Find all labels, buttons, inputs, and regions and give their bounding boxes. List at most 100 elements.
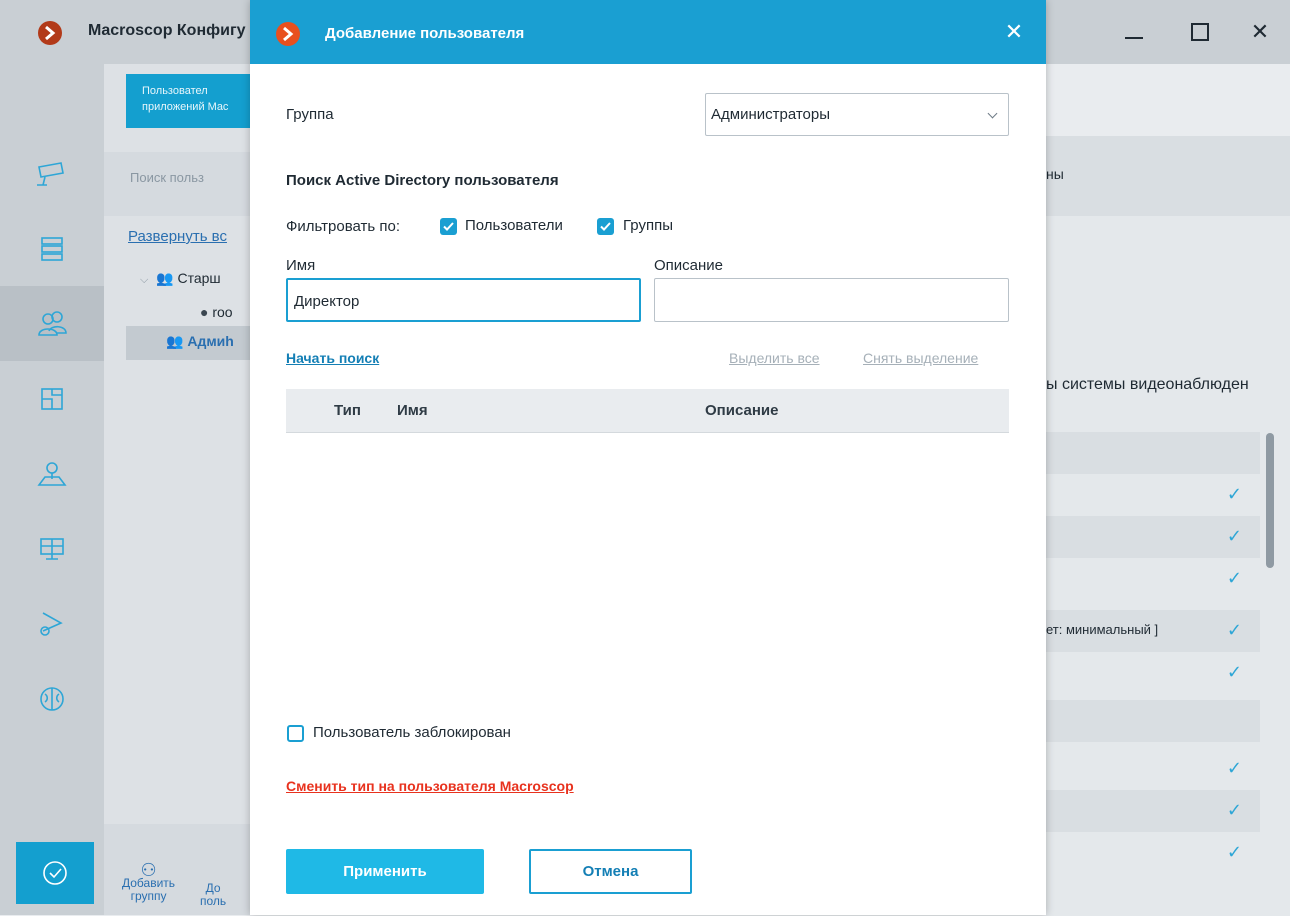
list-item[interactable]: ✓ — [1046, 516, 1260, 558]
results-table-header: Тип Имя Описание — [286, 389, 1009, 433]
tab-app-users[interactable]: Пользовател приложений Mac — [126, 74, 266, 128]
window-close-button[interactable]: ✕ — [1240, 14, 1280, 50]
sidebar-item-analytics[interactable] — [0, 661, 104, 736]
add-group-label-2: группу — [130, 889, 167, 903]
column-description[interactable]: Описание — [705, 402, 778, 419]
description-label: Описание — [654, 257, 724, 274]
camera-icon — [37, 161, 64, 186]
filter-users-checkbox[interactable] — [440, 218, 457, 235]
apply-button[interactable]: Применить — [286, 849, 484, 894]
blocked-checkbox[interactable] — [287, 725, 304, 742]
group-select[interactable]: Администраторы — [705, 93, 1009, 136]
check-circle-icon — [43, 861, 67, 885]
change-type-link[interactable]: Сменить тип на пользователя Macroscop — [286, 778, 574, 794]
list-item[interactable]: ✓ — [1046, 558, 1260, 600]
add-user-dialog: Добавление пользователя ✕ Группа Админис… — [250, 0, 1046, 915]
tree-user-root[interactable]: ● roo — [200, 304, 233, 320]
check-icon — [600, 222, 611, 231]
add-group-button[interactable]: ⚇ Добавить группу — [122, 861, 175, 903]
macroscop-logo-icon — [38, 21, 62, 45]
check-icon: ✓ — [1226, 620, 1242, 640]
automation-icon — [40, 611, 63, 636]
tree-group-senior[interactable]: ⌵ 👥 Старш — [140, 270, 221, 287]
list-item[interactable]: ✓ — [1046, 474, 1260, 516]
column-type[interactable]: Тип — [334, 402, 361, 419]
sidebar-item-servers[interactable] — [0, 211, 104, 286]
dialog-header: Добавление пользователя ✕ — [250, 0, 1046, 64]
user-search-input[interactable]: Поиск польз — [104, 152, 250, 216]
sidebar-item-monitors[interactable] — [0, 511, 104, 586]
list-item[interactable]: ет: минимальный ] ✓ — [1046, 610, 1260, 652]
brain-icon — [40, 686, 64, 711]
filter-users-label[interactable]: Пользователи — [465, 217, 563, 234]
name-label: Имя — [286, 257, 316, 274]
filter-label: Фильтровать по: — [286, 218, 401, 235]
check-icon: ✓ — [1226, 568, 1242, 588]
check-icon — [443, 222, 454, 231]
list-item[interactable]: ✓ — [1046, 790, 1260, 832]
main-sidebar — [0, 64, 104, 915]
name-field-value: Директор — [294, 293, 360, 310]
list-item[interactable]: ✓ — [1046, 832, 1260, 874]
check-icon: ✓ — [1226, 758, 1242, 778]
permissions-list: ы системы видеонаблюден ✓ ✓ ✓ ет: минима… — [1046, 216, 1290, 916]
macroscop-logo-icon — [276, 22, 300, 46]
details-header: ны — [1046, 136, 1290, 216]
users-tree-panel: Пользовател приложений Mac Поиск польз Р… — [104, 64, 266, 915]
group-icon: 👥 — [156, 270, 174, 286]
tab-label-line2: приложений Mac — [142, 101, 229, 113]
users-icon — [38, 310, 67, 336]
start-search-link[interactable]: Начать поиск — [286, 350, 379, 366]
list-item — [1046, 432, 1260, 474]
app-title: Macroscop Конфигу — [88, 22, 246, 39]
maximize-button[interactable] — [1180, 14, 1220, 50]
sidebar-item-cameras[interactable] — [0, 136, 104, 211]
check-icon: ✓ — [1226, 842, 1242, 862]
dialog-close-button[interactable]: ✕ — [1000, 18, 1028, 46]
chevron-down-icon — [987, 108, 998, 119]
tree-label: Старш — [177, 270, 221, 286]
layout-icon — [41, 387, 63, 410]
sidebar-item-users[interactable] — [0, 286, 104, 361]
sidebar-item-layouts[interactable] — [0, 361, 104, 436]
list-item-text: ет: минимальный ] — [1046, 622, 1159, 637]
chevron-down-icon: ⌵ — [140, 274, 149, 286]
add-user-button[interactable]: До поль — [200, 882, 226, 908]
group-details-panel: ны ы системы видеонаблюден ✓ ✓ ✓ ет: мин… — [1046, 64, 1290, 916]
filter-groups-checkbox[interactable] — [597, 218, 614, 235]
tree-label-text: Адмиh — [187, 333, 234, 349]
check-icon: ✓ — [1226, 526, 1242, 546]
group-label: Группа — [286, 106, 334, 123]
name-field[interactable]: Директор — [286, 278, 641, 322]
check-icon: ✓ — [1226, 484, 1242, 504]
minimize-button[interactable] — [1114, 14, 1154, 50]
cancel-button[interactable]: Отмена — [529, 849, 692, 894]
permissions-caption: ы системы видеонаблюден — [1046, 376, 1249, 393]
dialog-title: Добавление пользователя — [325, 25, 525, 42]
scrollbar-thumb[interactable] — [1266, 433, 1274, 568]
deselect-link[interactable]: Снять выделение — [863, 350, 978, 366]
user-icon: ● — [200, 304, 209, 320]
list-item — [1046, 700, 1260, 742]
add-user-label-2: поль — [200, 894, 227, 908]
server-icon — [41, 236, 63, 261]
tree-group-admins[interactable]: 👥 Адмиh — [126, 326, 250, 360]
filter-groups-label[interactable]: Группы — [623, 217, 673, 234]
blocked-label[interactable]: Пользователь заблокирован — [313, 724, 511, 741]
group-icon: 👥 — [166, 333, 184, 349]
group-select-value: Администраторы — [711, 106, 831, 123]
search-placeholder: Поиск польз — [130, 170, 204, 185]
sidebar-item-automation[interactable] — [0, 586, 104, 661]
tree-label: 👥 Адмиh — [166, 333, 234, 350]
description-field[interactable] — [654, 278, 1009, 322]
list-item[interactable]: ✓ — [1046, 652, 1260, 694]
tree-label: roo — [212, 304, 233, 320]
expand-all-link[interactable]: Развернуть вс — [128, 228, 227, 245]
select-all-link[interactable]: Выделить все — [729, 350, 820, 366]
map-icon — [37, 461, 67, 486]
apply-config-button[interactable] — [16, 842, 94, 904]
list-item[interactable]: ✓ — [1046, 748, 1260, 790]
check-icon: ✓ — [1226, 662, 1242, 682]
column-name[interactable]: Имя — [397, 402, 428, 419]
sidebar-item-maps[interactable] — [0, 436, 104, 511]
